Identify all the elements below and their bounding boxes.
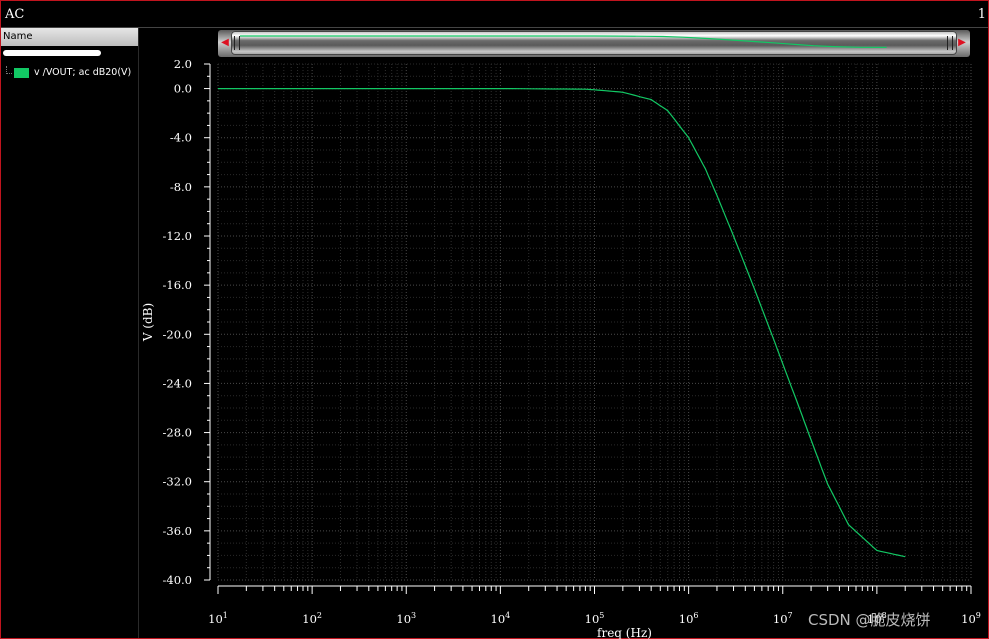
y-tick-label: -28.0 [163, 426, 193, 440]
x-tick-label: 107 [773, 611, 793, 626]
series-line [218, 87, 906, 558]
y-tick-label: -32.0 [163, 475, 193, 489]
y-axis-title: V (dB) [141, 303, 155, 342]
x-tick-exponent: 6 [693, 611, 698, 620]
x-tick-label: 105 [585, 611, 605, 626]
x-tick-exponent: 9 [976, 611, 981, 620]
x-tick-exponent: 2 [317, 611, 322, 620]
x-tick-label: 102 [302, 611, 322, 626]
grid [217, 63, 972, 581]
series-layer [218, 87, 906, 558]
x-tick-label: 109 [961, 611, 981, 626]
x-tick-exponent: 1 [223, 611, 228, 620]
x-axis-title: freq (Hz) [597, 626, 652, 639]
y-tick-label: 0.0 [174, 82, 192, 96]
y-tick-label: 2.0 [174, 57, 192, 71]
y-tick-label: -24.0 [163, 376, 193, 390]
x-tick-exponent: 3 [411, 611, 416, 620]
x-tick-label: 103 [396, 611, 416, 626]
y-tick-label: -36.0 [163, 524, 193, 538]
axes: 2.0 0.0 -4.0 -8.0 -12.0 -16.0 -20.0 -24.0 -28.0 -… [163, 57, 981, 626]
x-tick-label: 106 [679, 611, 699, 626]
x-tick-exponent: 7 [788, 611, 793, 620]
y-tick-label: -16.0 [163, 278, 193, 292]
x-tick-label: 104 [491, 611, 511, 626]
watermark: CSDN @脆皮烧饼 [808, 611, 931, 629]
y-tick-label: -8.0 [170, 180, 192, 194]
plot-area[interactable]: 2.0 0.0 -4.0 -8.0 -12.0 -16.0 -20.0 -24.0 -28.0 -… [0, 0, 989, 639]
y-tick-label: -12.0 [163, 229, 193, 243]
x-tick-label: 101 [208, 611, 228, 626]
x-tick-exponent: 4 [505, 611, 510, 620]
y-tick-label: -40.0 [163, 573, 193, 587]
x-tick-exponent: 5 [599, 611, 604, 620]
y-tick-label: -20.0 [163, 327, 193, 341]
y-tick-label: -4.0 [170, 131, 192, 145]
